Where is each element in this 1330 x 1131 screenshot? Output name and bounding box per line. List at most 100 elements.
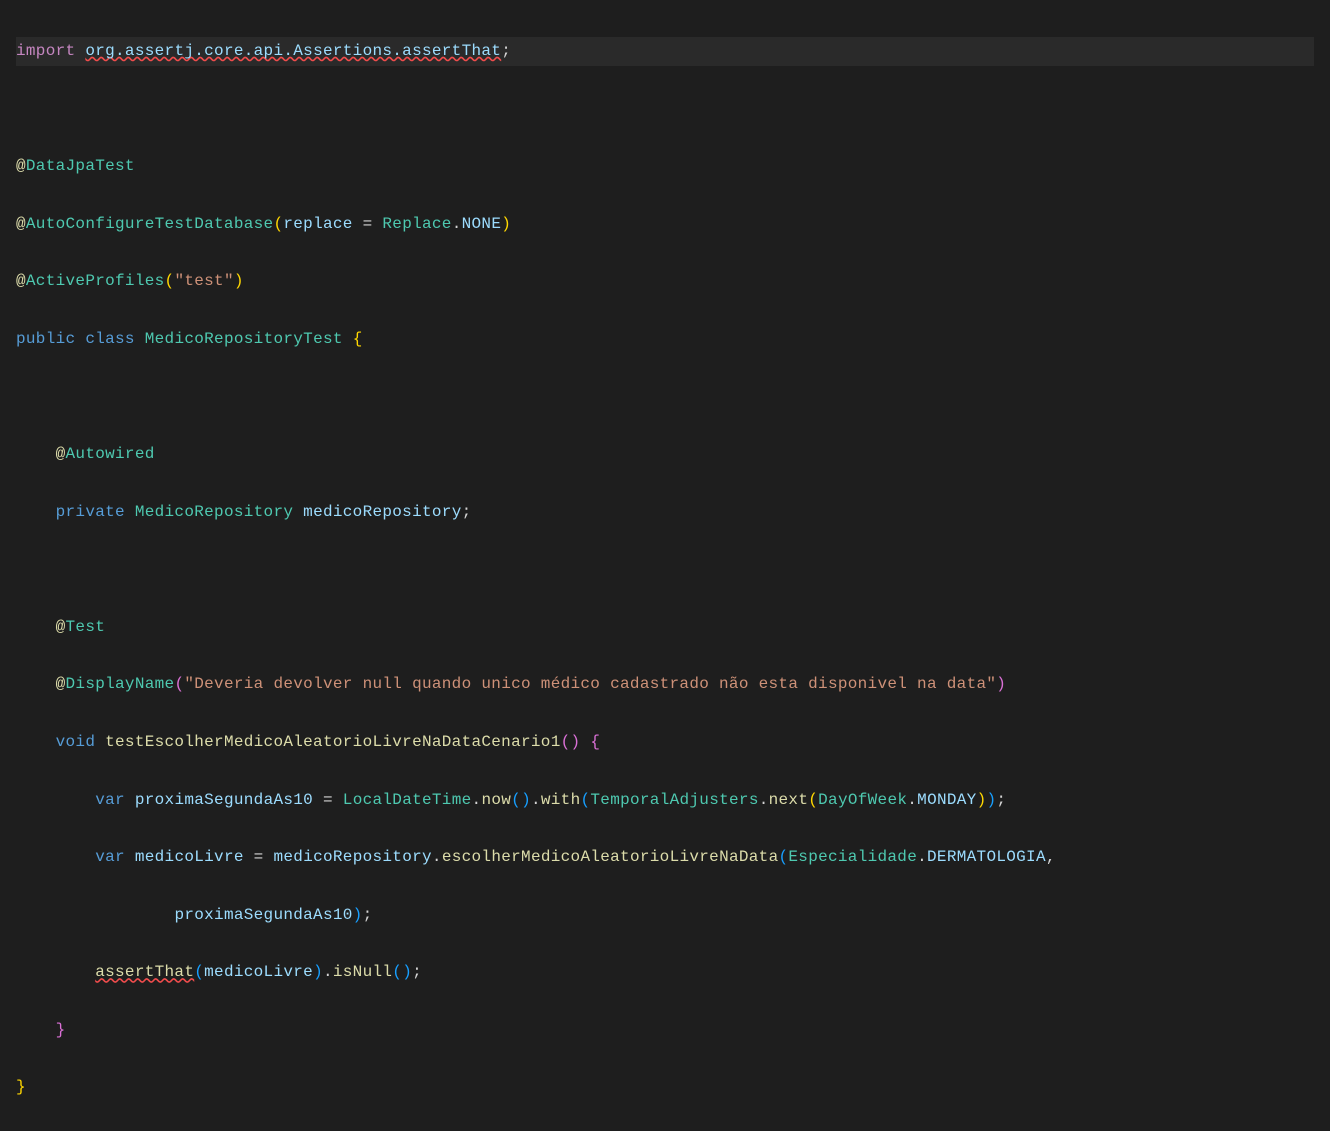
method-call: next	[769, 791, 809, 809]
code-line[interactable]: @AutoConfigureTestDatabase(replace = Rep…	[16, 210, 1314, 239]
eq: =	[353, 215, 383, 233]
code-line[interactable]	[16, 94, 1314, 123]
code-line[interactable]	[16, 382, 1314, 411]
rparen: )	[313, 963, 323, 981]
method-call: with	[541, 791, 581, 809]
dot: .	[759, 791, 769, 809]
code-line[interactable]: @ActiveProfiles("test")	[16, 267, 1314, 296]
enum-value: NONE	[462, 215, 502, 233]
import-path: org.assertj.core.api.Assertions.assertTh…	[85, 42, 501, 60]
lparen: (	[273, 215, 283, 233]
code-line[interactable]: import org.assertj.core.api.Assertions.a…	[16, 37, 1314, 66]
enum-value: MONDAY	[917, 791, 976, 809]
code-line[interactable]: @Test	[16, 613, 1314, 642]
annotation-name: AutoConfigureTestDatabase	[26, 215, 274, 233]
lparen: (	[580, 791, 590, 809]
code-line[interactable]: }	[16, 1073, 1314, 1102]
string-literal: "Deveria devolver null quando unico médi…	[184, 675, 996, 693]
lparen: (	[561, 733, 571, 751]
lparen: (	[392, 963, 402, 981]
method-call: escolherMedicoAleatorioLivreNaData	[442, 848, 779, 866]
lparen: (	[174, 675, 184, 693]
method-call: isNull	[333, 963, 392, 981]
eq: =	[244, 848, 274, 866]
var-name: proximaSegundaAs10	[135, 791, 313, 809]
annotation-name: DisplayName	[66, 675, 175, 693]
code-line[interactable]: void testEscolherMedicoAleatorioLivreNaD…	[16, 728, 1314, 757]
annotation-at: @	[56, 675, 66, 693]
code-line[interactable]: proximaSegundaAs10);	[16, 901, 1314, 930]
keyword-void: void	[56, 733, 96, 751]
keyword-var: var	[95, 791, 125, 809]
type-name: DayOfWeek	[818, 791, 907, 809]
enum-type: Replace	[382, 215, 451, 233]
code-line[interactable]: @Autowired	[16, 440, 1314, 469]
code-line[interactable]: var medicoLivre = medicoRepository.escol…	[16, 843, 1314, 872]
dot: .	[917, 848, 927, 866]
rparen: )	[987, 791, 997, 809]
method-call: assertThat	[95, 963, 194, 981]
code-line[interactable]: var proximaSegundaAs10 = LocalDateTime.n…	[16, 786, 1314, 815]
keyword-import: import	[16, 42, 75, 60]
code-line[interactable]	[16, 555, 1314, 584]
enum-value: DERMATOLOGIA	[927, 848, 1046, 866]
rparen: )	[402, 963, 412, 981]
param-name: replace	[283, 215, 352, 233]
code-line[interactable]: assertThat(medicoLivre).isNull();	[16, 958, 1314, 987]
annotation-name: Test	[66, 618, 106, 636]
annotation-name: ActiveProfiles	[26, 272, 165, 290]
semicolon: ;	[363, 906, 373, 924]
field-name: medicoRepository	[303, 503, 461, 521]
code-line[interactable]: @DataJpaTest	[16, 152, 1314, 181]
string-literal: "test"	[174, 272, 233, 290]
comma: ,	[1046, 848, 1056, 866]
code-line[interactable]: private MedicoRepository medicoRepositor…	[16, 498, 1314, 527]
code-line[interactable]: }	[16, 1016, 1314, 1045]
lparen: (	[808, 791, 818, 809]
rparen: )	[977, 791, 987, 809]
class-name: MedicoRepositoryTest	[145, 330, 343, 348]
annotation-at: @	[16, 215, 26, 233]
semicolon: ;	[462, 503, 472, 521]
dot: .	[452, 215, 462, 233]
semicolon: ;	[412, 963, 422, 981]
annotation-at: @	[56, 618, 66, 636]
rbrace: }	[16, 1078, 26, 1096]
var-name: medicoLivre	[135, 848, 244, 866]
keyword-public: public	[16, 330, 75, 348]
rparen: )	[571, 733, 581, 751]
type-name: LocalDateTime	[343, 791, 472, 809]
arg-name: medicoLivre	[204, 963, 313, 981]
rparen: )	[521, 791, 531, 809]
code-editor[interactable]: import org.assertj.core.api.Assertions.a…	[16, 8, 1314, 1131]
annotation-name: DataJpaTest	[26, 157, 135, 175]
rparen: )	[996, 675, 1006, 693]
dot: .	[907, 791, 917, 809]
type-name: TemporalAdjusters	[590, 791, 758, 809]
rparen: )	[501, 215, 511, 233]
annotation-name: Autowired	[66, 445, 155, 463]
semicolon: ;	[996, 791, 1006, 809]
rparen: )	[234, 272, 244, 290]
arg-name: proximaSegundaAs10	[174, 906, 352, 924]
keyword-class: class	[85, 330, 135, 348]
lbrace: {	[590, 733, 600, 751]
type-name: Especialidade	[788, 848, 917, 866]
semicolon: ;	[501, 42, 511, 60]
dot: .	[472, 791, 482, 809]
dot: .	[432, 848, 442, 866]
lparen: (	[511, 791, 521, 809]
lparen: (	[165, 272, 175, 290]
rbrace: }	[56, 1021, 66, 1039]
field-type: MedicoRepository	[135, 503, 293, 521]
code-line[interactable]: @DisplayName("Deveria devolver null quan…	[16, 670, 1314, 699]
code-line[interactable]: public class MedicoRepositoryTest {	[16, 325, 1314, 354]
dot: .	[323, 963, 333, 981]
lbrace: {	[353, 330, 363, 348]
method-call: now	[481, 791, 511, 809]
keyword-private: private	[56, 503, 125, 521]
rparen: )	[353, 906, 363, 924]
dot: .	[531, 791, 541, 809]
lparen: (	[194, 963, 204, 981]
annotation-at: @	[56, 445, 66, 463]
